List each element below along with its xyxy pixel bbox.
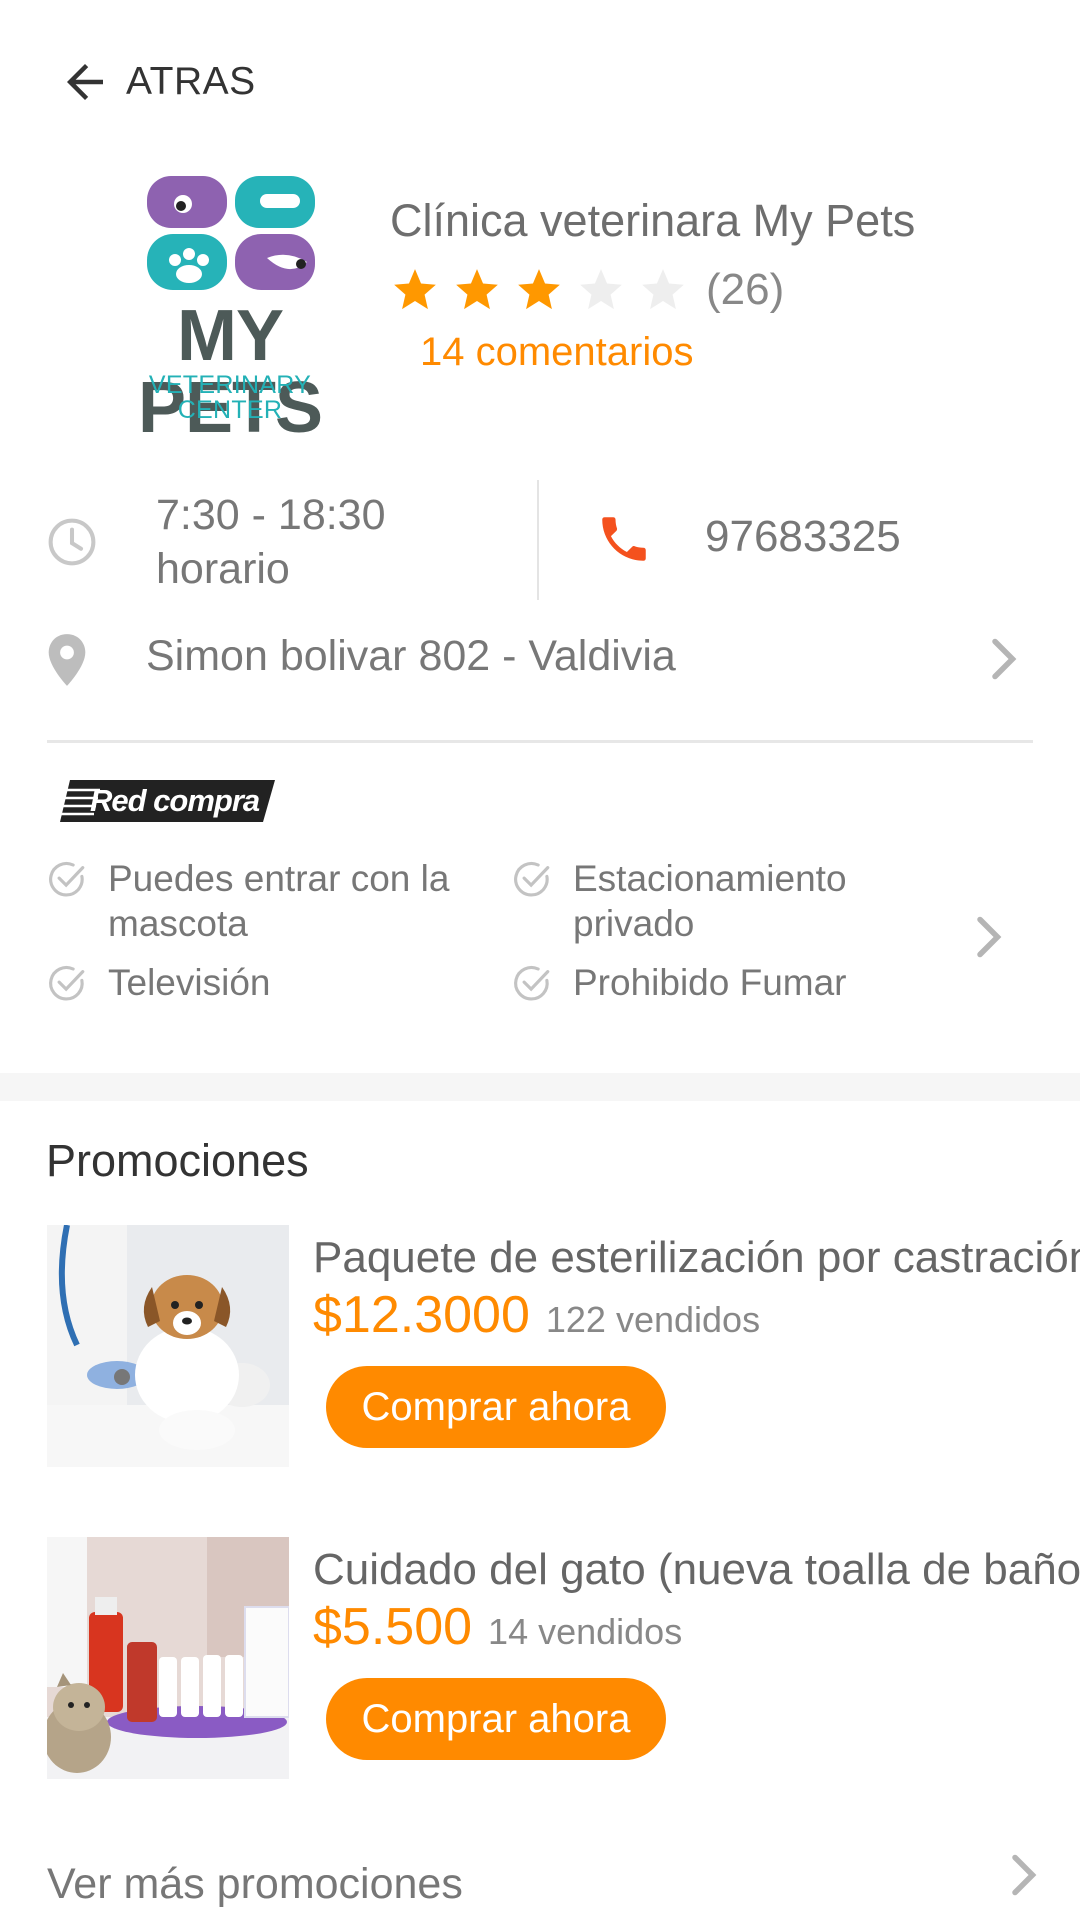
promo-price: $5.500 [313,1598,473,1656]
amenity-label: Estacionamiento privado [573,858,847,944]
address[interactable]: Simon bolivar 802 - Valdivia [146,632,676,681]
amenity-label: Puedes entrar con la mascota [108,858,450,944]
section-divider [47,740,1033,743]
promo-price-row: $12.3000 122 vendidos [313,1285,760,1345]
clinic-logo: MY PETS VETERINARY CENTER [95,170,365,444]
chevron-right-icon[interactable] [970,912,1010,962]
promo-image-dog[interactable] [47,1225,289,1467]
info-divider [537,480,539,600]
chevron-right-icon[interactable] [985,634,1025,684]
paw-logo-graphic [147,176,315,290]
more-promotions-link[interactable]: Ver más promociones [47,1860,463,1909]
amenity-label: Televisión [108,962,271,1003]
promo-sold-count: 122 vendidos [545,1299,761,1340]
rating-count: (26) [706,265,785,314]
promo-name[interactable]: Cuidado del gato (nueva toalla de baño) [313,1545,1080,1595]
hours-label: horario [156,545,290,593]
clock-icon [48,518,96,566]
clinic-name: Clínica veterinara My Pets [390,195,916,246]
promo-price: $12.3000 [313,1286,530,1344]
section-separator [0,1073,1080,1101]
amenity-item: Puedes entrar con la mascota [46,856,486,946]
check-circle-icon [49,861,85,897]
promo-sold-count: 14 vendidos [488,1611,683,1652]
check-circle-icon [514,861,550,897]
star-icon [394,269,436,310]
location-pin-icon [48,634,86,686]
phone-icon[interactable] [595,510,653,568]
star-icon [518,269,560,310]
hours-value: 7:30 - 18:30 [156,491,386,539]
promotions-title: Promociones [46,1135,309,1186]
back-label: ATRAS [126,60,256,103]
promo-price-row: $5.500 14 vendidos [313,1597,682,1657]
back-button[interactable]: ATRAS [58,55,256,109]
comments-link[interactable]: 14 comentarios [420,330,693,375]
star-icon [456,269,498,310]
star-empty-icon [642,269,684,310]
back-arrow-icon [67,64,103,100]
star-empty-icon [580,269,622,310]
redcompra-badge: Red compra [60,778,275,824]
amenity-item: Televisión [46,960,486,1005]
buy-now-button[interactable]: Comprar ahora [326,1366,666,1448]
check-circle-icon [49,965,85,1001]
phone-number[interactable]: 97683325 [705,512,901,562]
logo-subtext: VETERINARY CENTER [148,371,312,424]
promo-image-cat[interactable] [47,1537,289,1779]
promo-name[interactable]: Paquete de esterilización por castración [313,1233,1080,1283]
check-circle-icon [514,965,550,1001]
amenity-item: Estacionamiento privado [511,856,911,946]
amenity-label: Prohibido Fumar [573,962,847,1003]
amenity-item: Prohibido Fumar [511,960,911,1005]
redcompra-label: Red compra [90,783,260,818]
rating-stars: (26) [390,265,784,315]
opening-hours: 7:30 - 18:30 horario [156,488,386,596]
chevron-right-icon[interactable] [1005,1850,1045,1900]
buy-now-button[interactable]: Comprar ahora [326,1678,666,1760]
